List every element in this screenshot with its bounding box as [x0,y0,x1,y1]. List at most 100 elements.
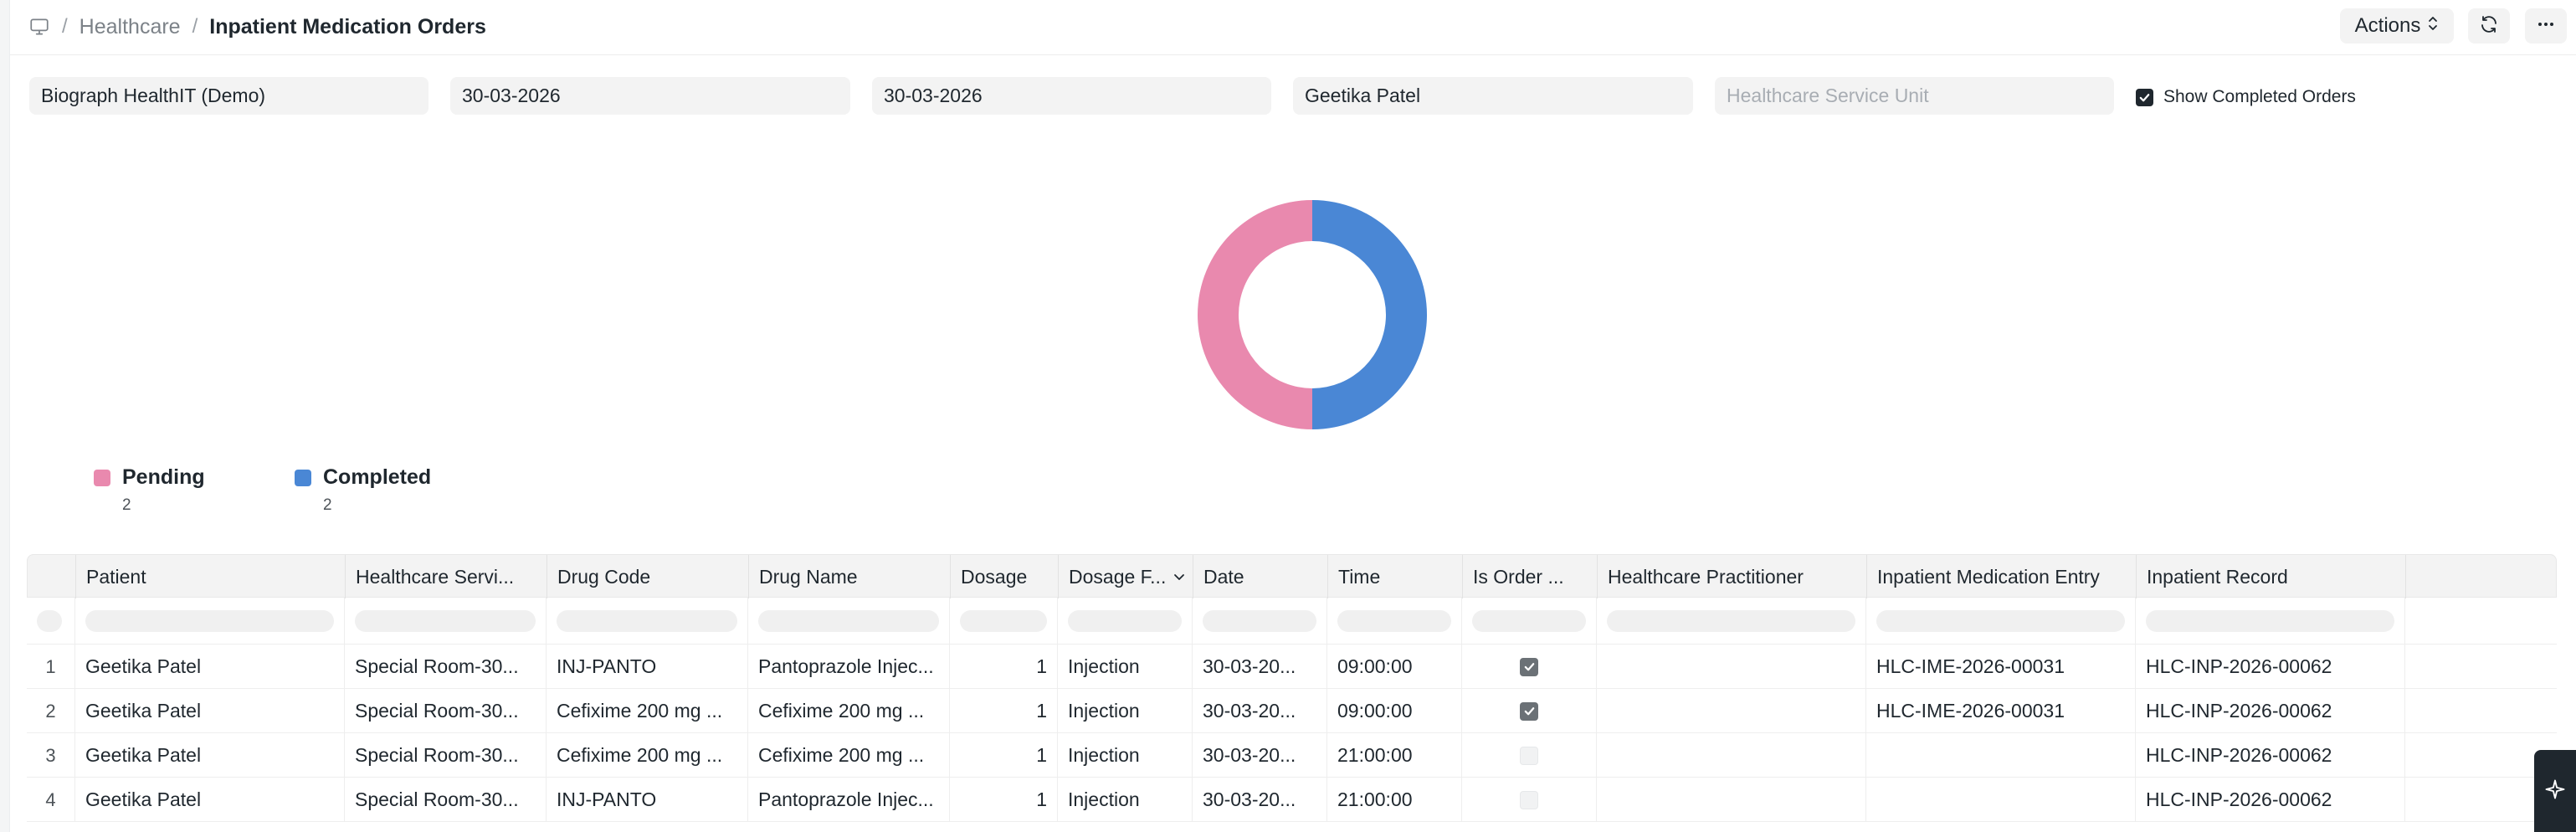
cell-drug-code[interactable]: Cefixime 200 mg ... [547,689,748,733]
cell-service-unit[interactable]: Special Room-30... [345,778,547,822]
cell-drug-name[interactable]: Cefixime 200 mg ... [748,733,950,778]
cell-service-unit[interactable]: Special Room-30... [345,689,547,733]
actions-button[interactable]: Actions [2340,8,2454,44]
header-time[interactable]: Time [1328,555,1463,598]
donut-slice-pending[interactable] [1198,200,1312,429]
cell-drug-code[interactable]: INJ-PANTO [547,645,748,689]
cell-practitioner[interactable] [1597,778,1866,822]
cell-medication-entry[interactable]: HLC-IME-2026-00031 [1866,645,2136,689]
filter-input-practitioner[interactable] [1607,610,1855,632]
cell-service-unit[interactable]: Special Room-30... [345,733,547,778]
filter-cell-practitioner[interactable] [1597,598,1866,645]
cell-drug-code[interactable]: Cefixime 200 mg ... [547,733,748,778]
header-healthcare-service-unit[interactable]: Healthcare Servi... [346,555,547,598]
cell-date[interactable]: 30-03-20... [1193,778,1327,822]
cell-practitioner[interactable] [1597,645,1866,689]
cell-dosage[interactable]: 1 [950,689,1058,733]
cell-date[interactable]: 30-03-20... [1193,645,1327,689]
table-row[interactable]: 2 Geetika Patel Special Room-30... Cefixime… [27,689,2557,733]
cell-dosage-form[interactable]: Injection [1058,689,1193,733]
header-inpatient-record[interactable]: Inpatient Record [2137,555,2406,598]
cell-medication-entry[interactable] [1866,778,2136,822]
cell-drug-name[interactable]: Cefixime 200 mg ... [748,689,950,733]
cell-drug-code[interactable]: INJ-PANTO [547,778,748,822]
header-drug-name[interactable]: Drug Name [749,555,951,598]
header-is-order-completed[interactable]: Is Order ... [1463,555,1598,598]
header-dosage-form[interactable]: Dosage F... [1059,555,1193,598]
row-index[interactable]: 1 [27,645,75,689]
cell-dosage[interactable]: 1 [950,645,1058,689]
legend-item-pending[interactable]: Pending 2 [94,465,205,515]
from-date-filter[interactable]: 30-03-2026 [450,77,850,115]
show-completed-checkbox[interactable] [2136,88,2153,106]
to-date-filter[interactable]: 30-03-2026 [872,77,1271,115]
cell-patient[interactable]: Geetika Patel [75,778,345,822]
filter-input-inpatient-record[interactable] [2146,610,2394,632]
cell-practitioner[interactable] [1597,689,1866,733]
filter-cell-drug-code[interactable] [547,598,748,645]
cell-dosage-form[interactable]: Injection [1058,645,1193,689]
header-inpatient-medication-entry[interactable]: Inpatient Medication Entry [1867,555,2137,598]
filter-input-drug-code[interactable] [557,610,737,632]
cell-inpatient-record[interactable]: HLC-INP-2026-00062 [2136,778,2405,822]
cell-date[interactable]: 30-03-20... [1193,689,1327,733]
cell-time[interactable]: 09:00:00 [1327,689,1462,733]
cell-patient[interactable]: Geetika Patel [75,645,345,689]
cell-practitioner[interactable] [1597,733,1866,778]
cell-patient[interactable]: Geetika Patel [75,689,345,733]
filter-input-time[interactable] [1337,610,1451,632]
company-filter[interactable]: Biograph HealthIT (Demo) [29,77,428,115]
row-index[interactable]: 2 [27,689,75,733]
filter-cell-date[interactable] [1193,598,1327,645]
filter-cell-patient[interactable] [75,598,345,645]
cell-inpatient-record[interactable]: HLC-INP-2026-00062 [2136,645,2405,689]
header-drug-code[interactable]: Drug Code [547,555,749,598]
filter-input-is-completed[interactable] [1472,610,1586,632]
cell-service-unit[interactable]: Special Room-30... [345,645,547,689]
cell-dosage[interactable]: 1 [950,778,1058,822]
table-row[interactable]: 4 Geetika Patel Special Room-30... INJ-PANT… [27,778,2557,822]
cell-medication-entry[interactable] [1866,733,2136,778]
row-index[interactable]: 4 [27,778,75,822]
cell-patient[interactable]: Geetika Patel [75,733,345,778]
filter-cell-service-unit[interactable] [345,598,547,645]
donut-slice-completed[interactable] [1312,200,1427,429]
filter-input-dosage-form[interactable] [1068,610,1182,632]
filter-cell-inpatient-record[interactable] [2136,598,2405,645]
cell-time[interactable]: 09:00:00 [1327,645,1462,689]
cell-drug-name[interactable]: Pantoprazole Injec... [748,645,950,689]
cell-inpatient-record[interactable]: HLC-INP-2026-00062 [2136,733,2405,778]
filter-cell-drug-name[interactable] [748,598,950,645]
show-completed-toggle[interactable]: Show Completed Orders [2136,87,2356,107]
cell-dosage-form[interactable]: Injection [1058,778,1193,822]
desktop-icon[interactable] [28,16,50,38]
header-patient[interactable]: Patient [76,555,346,598]
filter-input-service-unit[interactable] [355,610,536,632]
chevron-down-icon[interactable] [1173,570,1186,583]
filter-cell-dosage[interactable] [950,598,1058,645]
cell-medication-entry[interactable]: HLC-IME-2026-00031 [1866,689,2136,733]
cell-inpatient-record[interactable]: HLC-INP-2026-00062 [2136,689,2405,733]
filter-cell-is-completed[interactable] [1462,598,1597,645]
header-healthcare-practitioner[interactable]: Healthcare Practitioner [1598,555,1867,598]
cell-dosage-form[interactable]: Injection [1058,733,1193,778]
row-index[interactable]: 3 [27,733,75,778]
filter-input-drug-name[interactable] [758,610,939,632]
cell-time[interactable]: 21:00:00 [1327,733,1462,778]
filter-input-patient[interactable] [85,610,334,632]
filter-cell-time[interactable] [1327,598,1462,645]
patient-filter[interactable]: Geetika Patel [1293,77,1693,115]
table-row[interactable]: 3 Geetika Patel Special Room-30... Cefixime… [27,733,2557,778]
filter-cell-medication-entry[interactable] [1866,598,2136,645]
header-date[interactable]: Date [1193,555,1328,598]
more-options-button[interactable] [2525,8,2567,44]
service-unit-filter[interactable]: Healthcare Service Unit [1715,77,2114,115]
legend-item-completed[interactable]: Completed 2 [295,465,431,515]
filter-input-dosage[interactable] [960,610,1047,632]
cell-date[interactable]: 30-03-20... [1193,733,1327,778]
filter-cell-dosage-form[interactable] [1058,598,1193,645]
refresh-button[interactable] [2468,8,2510,44]
assistant-button[interactable] [2534,750,2576,832]
cell-time[interactable]: 21:00:00 [1327,778,1462,822]
header-dosage[interactable]: Dosage [951,555,1059,598]
